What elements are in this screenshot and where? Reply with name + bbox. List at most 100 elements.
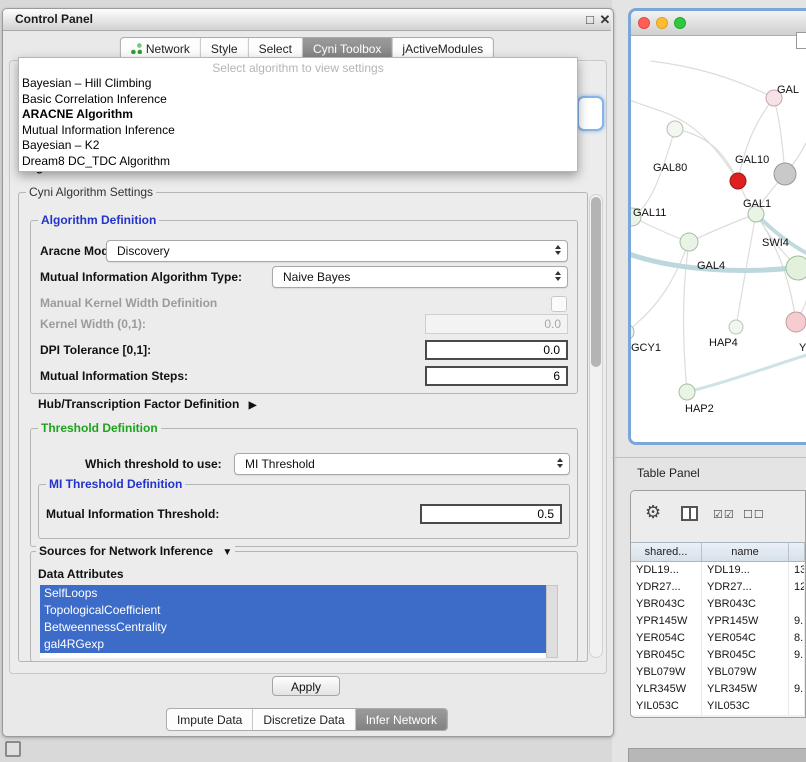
data-attributes-scrollbar[interactable] bbox=[546, 585, 558, 658]
algorithm-option[interactable]: Bayesian – K2 bbox=[19, 138, 577, 154]
mi-threshold-group-title: MI Threshold Definition bbox=[46, 478, 185, 491]
algorithm-combo-fragment[interactable] bbox=[577, 96, 604, 131]
manual-kernel-checkbox[interactable] bbox=[551, 296, 567, 312]
apply-button[interactable]: Apply bbox=[272, 676, 340, 696]
tab-network[interactable]: Network bbox=[121, 38, 201, 59]
table-row[interactable]: YDR27...YDR27...12 bbox=[631, 579, 805, 596]
data-attribute-item[interactable]: gal4RGexp bbox=[40, 636, 546, 653]
close-traffic-light[interactable] bbox=[638, 17, 650, 29]
algorithm-option[interactable]: ARACNE Algorithm bbox=[19, 107, 577, 123]
algorithm-popup-placeholder: Select algorithm to view settings bbox=[19, 60, 577, 76]
stepper-arrows-icon bbox=[555, 245, 561, 255]
columns-icon[interactable] bbox=[681, 506, 698, 521]
table-cell bbox=[789, 596, 805, 613]
tab-style[interactable]: Style bbox=[201, 38, 249, 59]
network-node[interactable] bbox=[774, 163, 796, 185]
tab-label: Network bbox=[146, 42, 190, 56]
mi-threshold-input[interactable]: 0.5 bbox=[420, 504, 562, 524]
table-cell: YDR27... bbox=[702, 579, 789, 596]
screen: Control Panel □ ✕ Network StyleSelectCyni… bbox=[0, 0, 806, 762]
hub-section-toggle[interactable]: Hub/Transcription Factor Definition ▶ bbox=[38, 393, 256, 417]
table-row[interactable]: YDL19...YDL19...13 bbox=[631, 562, 805, 579]
dpi-tolerance-input[interactable]: 0.0 bbox=[425, 340, 568, 360]
sources-toggle[interactable]: Sources for Network Inference ▼ bbox=[36, 545, 235, 559]
network-tab-icon bbox=[131, 43, 142, 54]
mi-type-select[interactable]: Naive Bayes bbox=[272, 266, 568, 288]
node-label: GCY1 bbox=[631, 342, 661, 354]
table-row[interactable]: YER054CYER054C8. bbox=[631, 630, 805, 647]
node-label: GAL80 bbox=[653, 162, 687, 174]
network-node[interactable] bbox=[679, 384, 695, 400]
algorithm-option[interactable]: Dream8 DC_TDC Algorithm bbox=[19, 154, 577, 170]
minimize-traffic-light[interactable] bbox=[656, 17, 668, 29]
kernel-width-input: 0.0 bbox=[425, 314, 568, 334]
data-attribute-item[interactable]: SelfLoops bbox=[40, 585, 546, 602]
network-node[interactable] bbox=[730, 173, 746, 189]
tab-impute-data[interactable]: Impute Data bbox=[167, 709, 253, 730]
table-cell: YIL053C bbox=[631, 698, 702, 715]
tab-jactivemodules[interactable]: jActiveModules bbox=[392, 38, 493, 59]
which-threshold-select[interactable]: MI Threshold bbox=[234, 453, 570, 475]
network-node[interactable] bbox=[680, 233, 698, 251]
tab-discretize-data[interactable]: Discretize Data bbox=[253, 709, 355, 730]
data-attribute-item[interactable]: BetweennessCentrality bbox=[40, 619, 546, 636]
aracne-mode-select[interactable]: Discovery bbox=[106, 240, 568, 262]
kernel-width-value: 0.0 bbox=[544, 317, 561, 331]
node-label: GAL4 bbox=[697, 260, 725, 272]
table-cell: YBR045C bbox=[702, 647, 789, 664]
dpi-tolerance-value: 0.0 bbox=[543, 343, 560, 357]
algorithm-definition-title: Algorithm Definition bbox=[38, 214, 159, 227]
table-row[interactable]: YBR043CYBR043C bbox=[631, 596, 805, 613]
network-node[interactable] bbox=[786, 256, 806, 280]
column-header[interactable]: shared... bbox=[631, 542, 702, 562]
table-cell: YER054C bbox=[631, 630, 702, 647]
network-node[interactable] bbox=[667, 121, 683, 137]
deselect-all-checks-icon[interactable]: ☐☐ bbox=[743, 508, 765, 521]
float-window-icon[interactable]: □ bbox=[583, 10, 597, 30]
node-label: GAL1 bbox=[743, 198, 771, 210]
dpi-tolerance-label: DPI Tolerance [0,1]: bbox=[40, 339, 151, 361]
table-window: ⚙ ☑☑ ☐☐ shared...name YDL19...YDL19...13… bbox=[630, 490, 806, 718]
scrollbar-thumb[interactable] bbox=[591, 197, 601, 367]
data-attribute-item[interactable]: TopologicalCoefficient bbox=[40, 602, 546, 619]
column-header[interactable]: name bbox=[702, 542, 789, 562]
select-all-checks-icon[interactable]: ☑☑ bbox=[713, 508, 735, 521]
hub-section-label: Hub/Transcription Factor Definition bbox=[38, 397, 239, 411]
algorithm-option[interactable]: Bayesian – Hill Climbing bbox=[19, 76, 577, 92]
close-window-icon[interactable]: ✕ bbox=[598, 10, 612, 30]
network-edge bbox=[651, 61, 774, 98]
table-panel-header: Table Panel bbox=[612, 457, 806, 488]
tab-select[interactable]: Select bbox=[249, 38, 303, 59]
table-cell: YDL19... bbox=[631, 562, 702, 579]
table-row[interactable]: YBL079WYBL079W bbox=[631, 664, 805, 681]
tab-infer-network[interactable]: Infer Network bbox=[356, 709, 447, 730]
mi-steps-input[interactable]: 6 bbox=[425, 366, 568, 386]
table-row[interactable]: YLR345WYLR345W9. bbox=[631, 681, 805, 698]
network-node[interactable] bbox=[729, 320, 743, 334]
gear-icon[interactable]: ⚙ bbox=[645, 502, 661, 523]
table-body: YDL19...YDL19...13YDR27...YDR27...12YBR0… bbox=[631, 562, 805, 715]
panel-dock-icon[interactable] bbox=[5, 741, 21, 757]
network-graph[interactable]: GALGAL80GAL10GAL11GAL1SWI4GAL4GCY1HAP4HA… bbox=[631, 36, 806, 442]
network-node[interactable] bbox=[786, 312, 806, 332]
table-cell: 9. bbox=[789, 613, 805, 630]
collapsed-arrow-icon: ▶ bbox=[249, 400, 257, 411]
table-cell: YBR043C bbox=[702, 596, 789, 613]
table-row[interactable]: YIL053CYIL053C bbox=[631, 698, 805, 715]
control-panel-titlebar: Control Panel □ ✕ bbox=[3, 9, 611, 31]
column-header[interactable] bbox=[789, 542, 805, 562]
algorithm-option[interactable]: Basic Correlation Inference bbox=[19, 92, 577, 108]
table-cell: YER054C bbox=[702, 630, 789, 647]
network-toolbar-fragment[interactable] bbox=[796, 32, 806, 49]
table-row[interactable]: YPR145WYPR145W9. bbox=[631, 613, 805, 630]
algorithm-option[interactable]: Mutual Information Inference bbox=[19, 123, 577, 139]
table-row[interactable]: YBR045CYBR045C9. bbox=[631, 647, 805, 664]
table-header: shared...name bbox=[631, 542, 805, 562]
data-attributes-list[interactable]: SelfLoopsTopologicalCoefficientBetweenne… bbox=[40, 585, 546, 658]
tab-cyni-toolbox[interactable]: Cyni Toolbox bbox=[303, 38, 392, 59]
kernel-width-label: Kernel Width (0,1): bbox=[40, 313, 146, 335]
zoom-traffic-light[interactable] bbox=[674, 17, 686, 29]
settings-scrollbar[interactable] bbox=[589, 194, 603, 658]
network-canvas[interactable]: GALGAL80GAL10GAL11GAL1SWI4GAL4GCY1HAP4HA… bbox=[631, 36, 806, 442]
table-cell: 9. bbox=[789, 681, 805, 698]
